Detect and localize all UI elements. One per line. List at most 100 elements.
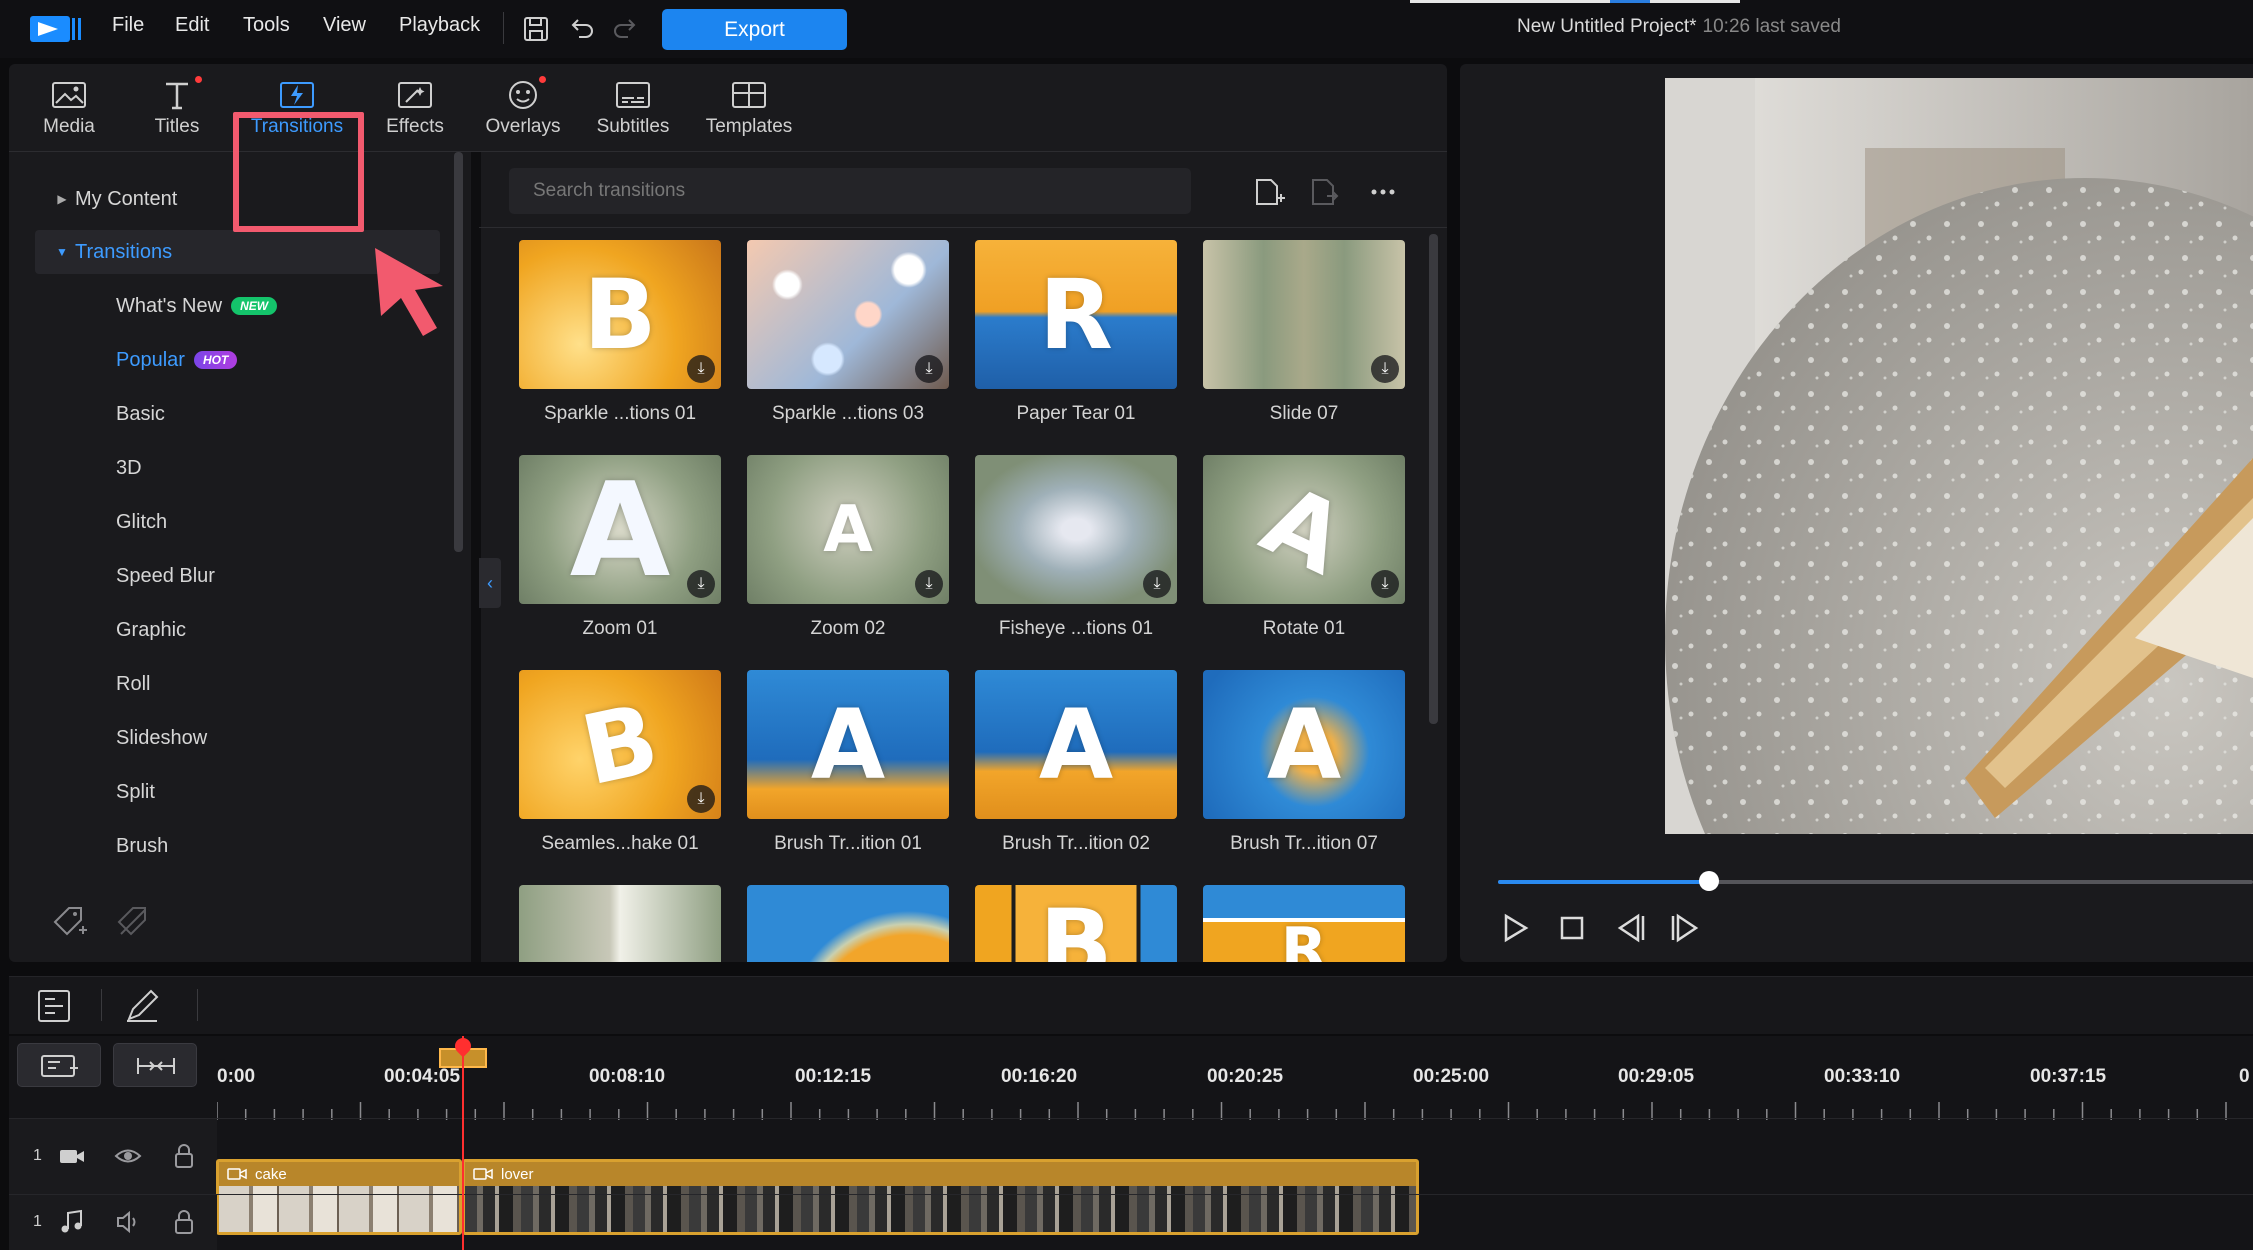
next-frame-icon[interactable]	[1666, 908, 1706, 948]
timecode-label: 0:00	[217, 1066, 256, 1087]
lock-icon[interactable]	[169, 1207, 199, 1237]
export-button[interactable]: Export	[662, 9, 847, 50]
edit-pen-icon[interactable]	[121, 985, 163, 1027]
download-icon[interactable]: ⤓	[687, 570, 715, 598]
transition-tile[interactable]: ⤓ Sparkle ...tions 03	[747, 240, 949, 425]
transition-tile[interactable]	[747, 885, 949, 962]
timecode-label: 00:08:10	[589, 1066, 666, 1087]
transition-name: Zoom 01	[582, 618, 658, 639]
fit-timeline-button[interactable]	[113, 1043, 197, 1087]
download-icon[interactable]: ⤓	[687, 785, 715, 813]
transition-name: Rotate 01	[1262, 618, 1346, 639]
video-clip-icon	[473, 1168, 493, 1180]
thumbnail-glyph: B	[1039, 889, 1113, 962]
transition-name: Brush Tr...ition 02	[1002, 833, 1150, 854]
track-number: 1	[33, 1147, 42, 1164]
thumbnail-glyph: R	[1280, 915, 1328, 962]
transition-thumbnail: A ⤓	[519, 455, 721, 604]
transition-tile[interactable]: R Paper Tear 01	[975, 240, 1177, 425]
transition-thumbnail: A ⤓	[747, 455, 949, 604]
timecode-label: 00:25:00	[1413, 1066, 1490, 1087]
menu-tools[interactable]: Tools	[243, 14, 290, 37]
transition-tile[interactable]: A ⤓ Rotate 01	[1203, 455, 1405, 640]
chevron-left-icon: ‹	[487, 572, 493, 593]
stop-icon[interactable]	[1552, 908, 1592, 948]
timecode-label: 00:04:05	[384, 1066, 461, 1087]
add-track-button[interactable]	[17, 1043, 101, 1087]
transition-tile[interactable]: R	[1203, 885, 1405, 962]
previous-frame-icon[interactable]	[1610, 908, 1650, 948]
transition-thumbnail: A	[747, 670, 949, 819]
transition-tile[interactable]: B ⤓ Sparkle ...tions 01	[519, 240, 721, 425]
last-saved-text: 10:26 last saved	[1702, 16, 1841, 37]
transition-tile[interactable]: B	[975, 885, 1177, 962]
play-icon[interactable]	[1494, 908, 1534, 948]
transition-tile[interactable]: B ⤓ Seamles...hake 01	[519, 670, 721, 855]
timecode-label: 00:33:10	[1824, 1066, 1901, 1087]
clip-name: lover	[501, 1165, 534, 1183]
clip-header: lover	[465, 1162, 1416, 1186]
menu-playback[interactable]: Playback	[399, 14, 480, 37]
transition-thumbnail: ⤓	[1203, 240, 1405, 389]
timeline-panel: 0:00 00:04:05 00:08:10 00:12:15 00:16:20…	[9, 1034, 2253, 1250]
top-accent-bar	[1410, 0, 1740, 3]
toolbar-divider	[197, 989, 198, 1021]
speaker-icon[interactable]	[113, 1207, 143, 1237]
seek-bar-progress	[1498, 880, 1710, 884]
project-name: New Untitled Project*	[1517, 16, 1697, 37]
time-ruler[interactable]	[217, 1100, 2253, 1120]
download-icon[interactable]: ⤓	[1143, 570, 1171, 598]
transition-tile[interactable]: ⤓ Slide 07	[1203, 240, 1405, 425]
playhead-line[interactable]	[462, 1036, 464, 1250]
download-icon[interactable]: ⤓	[915, 355, 943, 383]
thumbnail-glyph: A	[1038, 688, 1114, 801]
seek-bar[interactable]	[1498, 880, 2253, 884]
transition-tile[interactable]: A Brush Tr...ition 01	[747, 670, 949, 855]
transition-name: Slide 07	[1269, 403, 1339, 424]
transition-thumbnail: B ⤓	[519, 670, 721, 819]
clip-name: cake	[255, 1165, 287, 1183]
transition-thumbnail: B ⤓	[519, 240, 721, 389]
download-icon[interactable]: ⤓	[915, 570, 943, 598]
transition-thumbnail: R	[975, 240, 1177, 389]
collapse-panel-button[interactable]: ‹	[479, 558, 501, 608]
thumbnail-glyph: A	[1266, 688, 1342, 801]
save-icon[interactable]	[520, 13, 552, 45]
download-icon[interactable]: ⤓	[687, 355, 715, 383]
transition-thumbnail: A ⤓	[1203, 455, 1405, 604]
menu-file[interactable]: File	[112, 14, 144, 37]
seek-handle[interactable]	[1699, 871, 1720, 891]
undo-icon[interactable]	[565, 13, 597, 45]
transition-tile[interactable]: A ⤓ Zoom 02	[747, 455, 949, 640]
preview-panel	[1460, 64, 2253, 962]
transition-name: Sparkle ...tions 03	[771, 403, 925, 424]
grid-scrollbar[interactable]	[1429, 234, 1438, 724]
transition-tile[interactable]: A Brush Tr...ition 07	[1203, 670, 1405, 855]
lock-icon[interactable]	[169, 1141, 199, 1171]
timecode-label: 00:12:15	[795, 1066, 872, 1087]
video-preview-frame[interactable]	[1665, 78, 2253, 834]
eye-icon[interactable]	[113, 1141, 143, 1171]
app-logo-icon	[30, 16, 81, 42]
transition-tile[interactable]: ⤓ Fisheye ...tions 01	[975, 455, 1177, 640]
audio-track-header: 1	[9, 1195, 217, 1250]
video-track-header: 1	[9, 1119, 217, 1194]
transition-tile[interactable]: A ⤓ Zoom 01	[519, 455, 721, 640]
menu-view[interactable]: View	[323, 14, 366, 37]
toolbar-divider	[503, 12, 504, 44]
transition-tile[interactable]: A Brush Tr...ition 02	[975, 670, 1177, 855]
timecode-label: 00:29:05	[1618, 1066, 1695, 1087]
timecode-label: 0	[2239, 1066, 2250, 1087]
menu-edit[interactable]: Edit	[175, 14, 209, 37]
timecode-label: 00:16:20	[1001, 1066, 1078, 1087]
transition-thumbnail	[519, 885, 721, 962]
video-clip-icon	[227, 1168, 247, 1180]
redo-icon[interactable]	[610, 13, 642, 45]
transition-name: Sparkle ...tions 01	[543, 403, 697, 424]
transition-name: Zoom 02	[810, 618, 886, 639]
download-icon[interactable]: ⤓	[1371, 355, 1399, 383]
timecode-label: 00:20:25	[1207, 1066, 1284, 1087]
track-manager-icon[interactable]	[33, 985, 75, 1027]
download-icon[interactable]: ⤓	[1371, 570, 1399, 598]
transition-tile[interactable]	[519, 885, 721, 962]
